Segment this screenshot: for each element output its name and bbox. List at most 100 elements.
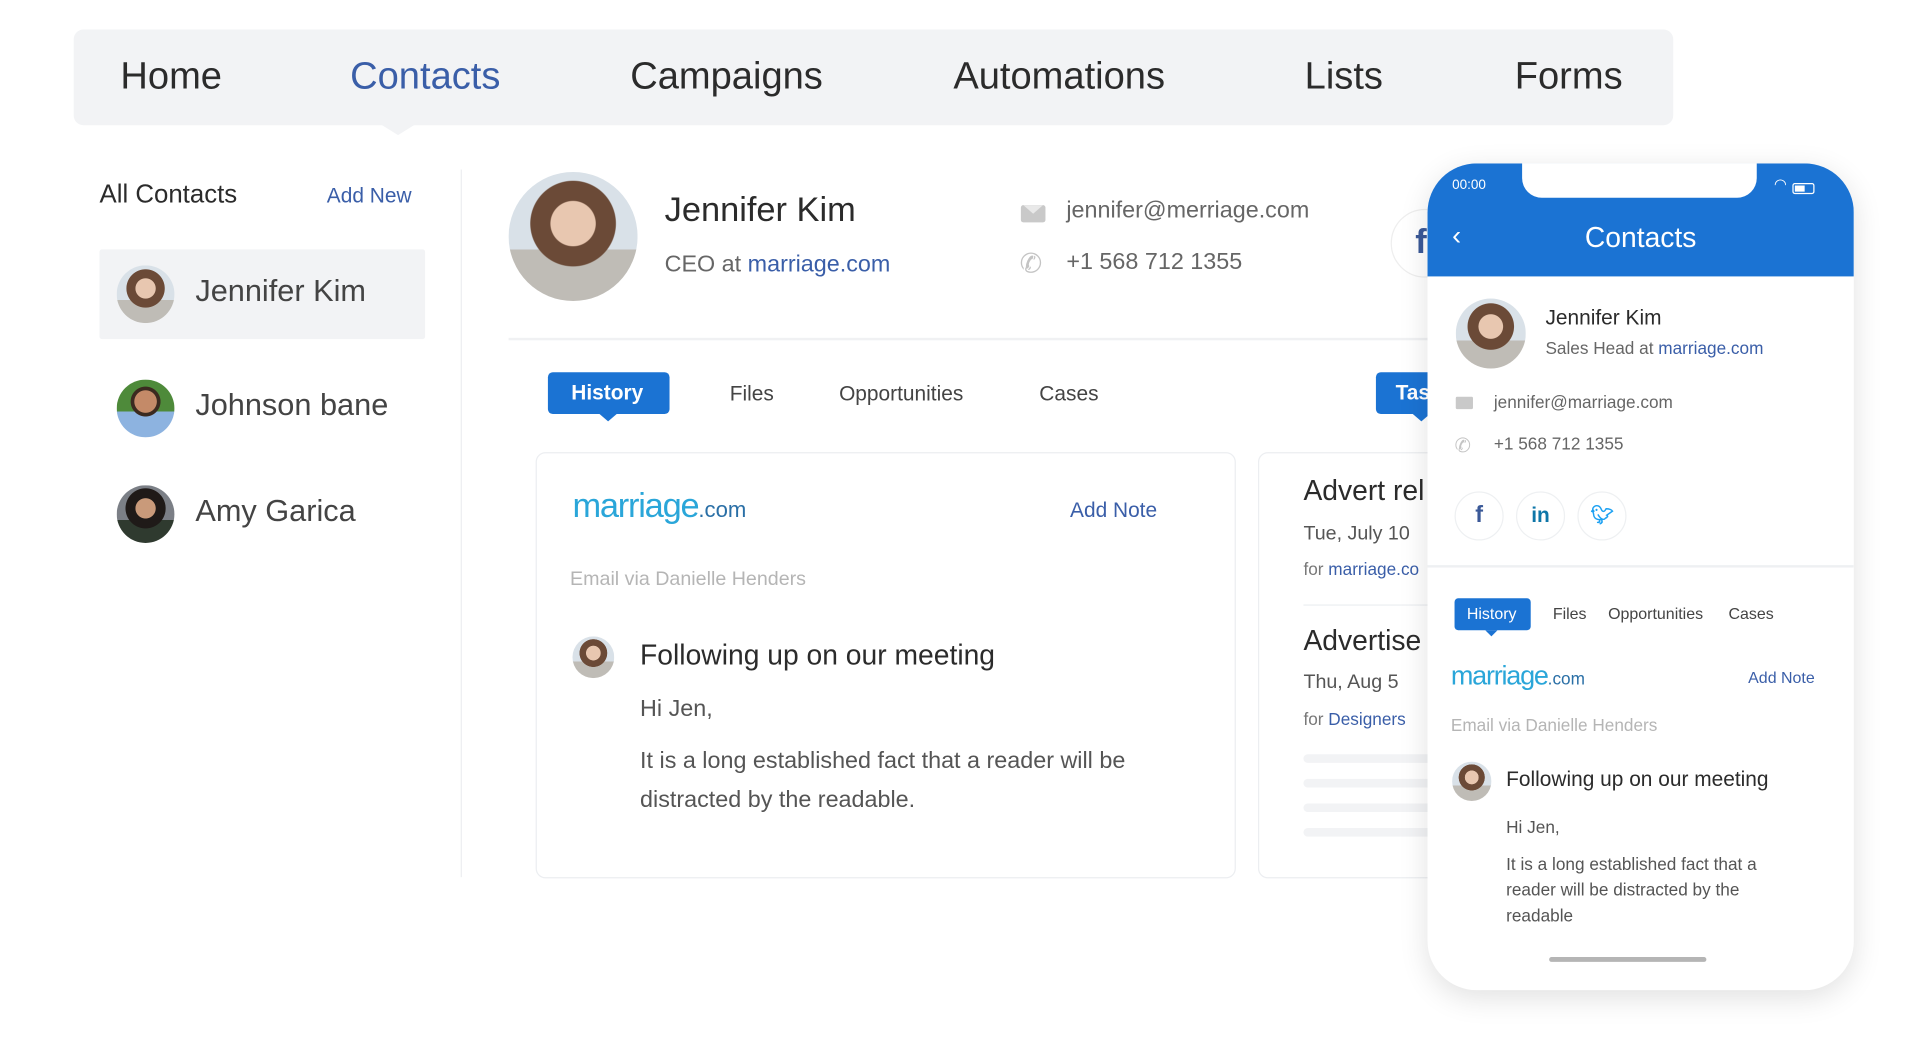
mobile-contact-role: Sales Head at marriage.com <box>1545 338 1763 358</box>
mobile-header: 00:00 ◠ ‹ Contacts <box>1427 163 1854 277</box>
contact-list-item[interactable]: Jennifer Kim <box>99 249 426 340</box>
mobile-tab-cases[interactable]: Cases <box>1728 604 1773 622</box>
contact-name: Johnson bane <box>195 388 389 423</box>
top-nav: Home Contacts Campaigns Automations List… <box>73 29 1674 126</box>
mobile-email-via: Email via Danielle Henders <box>1450 714 1658 735</box>
email-body: It is a long established fact that a rea… <box>640 748 1126 814</box>
mobile-email-greeting: Hi Jen, <box>1506 816 1560 837</box>
event-link[interactable]: Designers <box>1328 709 1405 729</box>
logo-text: marriage <box>1450 659 1549 691</box>
twitter-icon: 🐦︎ <box>1590 504 1614 526</box>
home-indicator <box>1549 957 1707 962</box>
nav-lists[interactable]: Lists <box>1305 54 1383 98</box>
tab-label: History <box>571 380 644 405</box>
mail-icon <box>1455 396 1473 410</box>
add-note-button[interactable]: Add Note <box>1070 499 1157 524</box>
nav-automations[interactable]: Automations <box>953 54 1165 98</box>
mobile-tab-history[interactable]: History <box>1454 598 1531 637</box>
avatar <box>116 265 175 324</box>
event-for: for marriage.co <box>1303 559 1419 579</box>
tab-history[interactable]: History <box>547 372 670 422</box>
tab-cases[interactable]: Cases <box>1039 382 1098 407</box>
logo-suffix: .com <box>698 497 747 523</box>
add-new-contact-link[interactable]: Add New <box>327 184 412 209</box>
phone-notch <box>1522 163 1757 198</box>
email-greeting: Hi Jen, <box>640 696 713 723</box>
tab-opportunities[interactable]: Opportunities <box>839 382 963 407</box>
mobile-add-note-button[interactable]: Add Note <box>1748 668 1815 686</box>
event-date: Tue, July 10 <box>1303 523 1410 545</box>
facebook-icon: f <box>1415 222 1427 261</box>
phone-icon: ✆ <box>1019 248 1043 279</box>
contact-name: Jennifer Kim <box>195 273 367 309</box>
event-for: for Designers <box>1303 709 1405 729</box>
all-contacts-heading: All Contacts <box>99 180 238 209</box>
facebook-button[interactable]: f <box>1454 491 1504 541</box>
event-link[interactable]: marriage.co <box>1328 559 1419 579</box>
twitter-button[interactable]: 🐦︎ <box>1577 491 1627 541</box>
mobile-contact-name: Jennifer Kim <box>1545 305 1662 330</box>
profile-name: Jennifer Kim <box>664 190 856 229</box>
mobile-email[interactable]: jennifer@marriage.com <box>1494 392 1673 412</box>
sidebar-divider <box>460 169 462 878</box>
company-link[interactable]: marriage.com <box>748 252 891 278</box>
contact-list-item[interactable]: Amy Garica <box>100 469 426 559</box>
logo-text: marriage <box>572 486 699 525</box>
mail-icon <box>1020 205 1046 223</box>
header-divider <box>508 337 1443 341</box>
profile-role: CEO at marriage.com <box>665 252 891 279</box>
mobile-divider <box>1427 565 1854 568</box>
linkedin-icon: in <box>1531 503 1550 528</box>
battery-icon <box>1792 183 1815 195</box>
mobile-phone[interactable]: +1 568 712 1355 <box>1494 434 1624 454</box>
tab-label: History <box>1466 604 1517 623</box>
event-title[interactable]: Advert rel <box>1303 474 1424 507</box>
phone-icon: ✆ <box>1454 436 1472 458</box>
role-prefix: CEO at <box>664 251 748 278</box>
mobile-email-body: It is a long established fact that a rea… <box>1506 853 1757 926</box>
facebook-icon: f <box>1475 502 1483 529</box>
events-clip: Advert rel Tue, July 10 for marriage.co … <box>1258 452 1430 877</box>
profile-phone[interactable]: +1 568 712 1355 <box>1066 249 1242 276</box>
placeholder-line <box>1303 754 1430 763</box>
profile-email[interactable]: jennifer@merriage.com <box>1066 198 1309 225</box>
mobile-tab-files[interactable]: Files <box>1553 604 1587 622</box>
company-logo: marriage.com <box>1451 660 1585 692</box>
tasks-label: Tas <box>1395 380 1431 405</box>
tab-files[interactable]: Files <box>730 382 774 407</box>
contact-name: Amy Garica <box>195 493 356 529</box>
status-time: 00:00 <box>1452 178 1486 193</box>
role-prefix: Sales Head at <box>1545 337 1659 358</box>
for-prefix: for <box>1303 558 1329 579</box>
placeholder-line <box>1303 803 1430 813</box>
nav-campaigns[interactable]: Campaigns <box>630 54 823 98</box>
profile-avatar <box>508 171 638 301</box>
mobile-tab-opportunities[interactable]: Opportunities <box>1608 604 1703 622</box>
linkedin-button[interactable]: in <box>1515 491 1566 541</box>
contact-list-item[interactable]: Johnson bane <box>100 364 426 454</box>
email-subject: Following up on our meeting <box>640 638 996 671</box>
for-prefix: for <box>1303 708 1329 729</box>
mobile-preview: 00:00 ◠ ‹ Contacts Jennifer Kim Sales He… <box>1427 163 1854 991</box>
event-date: Thu, Aug 5 <box>1303 671 1399 693</box>
nav-home[interactable]: Home <box>120 54 222 98</box>
sender-avatar <box>1452 761 1492 801</box>
company-logo: marriage.com <box>572 486 746 525</box>
company-link[interactable]: marriage.com <box>1658 338 1763 358</box>
placeholder-line <box>1303 828 1430 837</box>
mobile-email-subject: Following up on our meeting <box>1506 767 1769 792</box>
avatar <box>116 379 175 438</box>
placeholder-line <box>1303 778 1430 788</box>
mobile-avatar <box>1455 298 1526 369</box>
event-divider <box>1303 604 1430 606</box>
active-nav-indicator <box>378 122 418 136</box>
event-title[interactable]: Advertise <box>1303 624 1421 657</box>
mobile-title: Contacts <box>1584 221 1697 254</box>
wifi-icon: ◠ <box>1773 175 1787 193</box>
sender-avatar <box>572 636 615 679</box>
email-via: Email via Danielle Henders <box>570 568 807 590</box>
nav-forms[interactable]: Forms <box>1515 54 1623 98</box>
avatar <box>116 485 175 543</box>
nav-contacts[interactable]: Contacts <box>350 54 500 98</box>
logo-suffix: .com <box>1547 668 1585 688</box>
